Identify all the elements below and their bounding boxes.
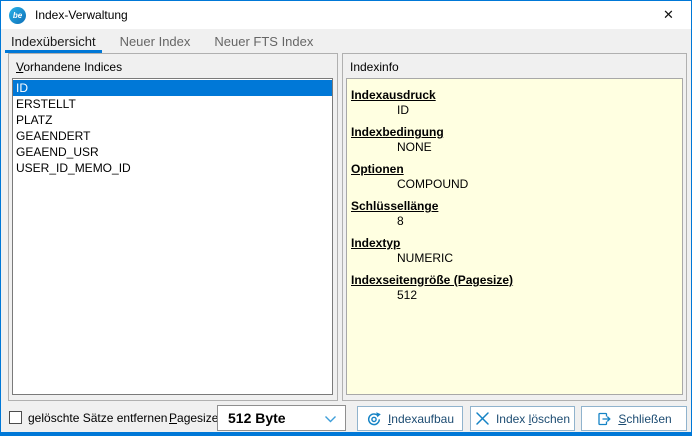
pagesize-combobox-value: 512 Byte [228,410,286,426]
pagesize-label: Pagesize [169,411,218,425]
list-item[interactable]: USER_ID_MEMO_ID [13,160,332,176]
indexinfo-label: Indexinfo [350,60,399,74]
indexinfo-panel: Indexausdruck ID Indexbedingung NONE Opt… [346,78,683,395]
index-verwaltung-dialog: be Index-Verwaltung ✕ Indexübersicht Neu… [0,0,692,436]
info-field: Schlüssellänge 8 [351,199,678,229]
list-item[interactable]: GEAENDERT [13,128,332,144]
indexaufbau-button[interactable]: Indexaufbau [357,406,463,431]
schliessen-button[interactable]: Schließen [581,406,687,431]
info-field-label: Indextyp [351,236,678,251]
close-button[interactable]: ✕ [646,1,691,29]
tab-neuer-index[interactable]: Neuer Index [114,29,197,53]
close-icon: ✕ [663,7,674,23]
info-field-label: Indexbedingung [351,125,678,140]
info-field: Indextyp NUMERIC [351,236,678,266]
window-title: Index-Verwaltung [35,8,128,22]
indexaufbau-button-label: Indexaufbau [388,412,454,426]
exit-arrow-icon [596,411,612,427]
list-item[interactable]: GEAEND_USR [13,144,332,160]
list-item[interactable]: ERSTELLT [13,96,332,112]
list-item[interactable]: PLATZ [13,112,332,128]
geloeschte-saetze-checkbox-label[interactable]: gelöschte Sätze entfernen [28,411,167,425]
list-item[interactable]: ID [13,80,332,96]
tab-neuer-fts-index[interactable]: Neuer FTS Index [208,29,319,53]
info-field-value: NUMERIC [351,251,678,266]
index-loeschen-button[interactable]: Index löschen [470,406,575,431]
index-loeschen-button-label: Index löschen [496,412,570,426]
rebuild-circular-arrow-icon [366,411,382,427]
geloeschte-saetze-checkbox[interactable] [9,411,22,424]
info-field: Indexseitengröße (Pagesize) 512 [351,273,678,303]
info-field-value: COMPOUND [351,177,678,192]
info-field-label: Schlüssellänge [351,199,678,214]
vorhandene-indices-groupbox: Vorhandene Indices ID ERSTELLT PLATZ GEA… [8,53,338,401]
vorhandene-indices-label: Vorhandene Indices [16,60,122,74]
tab-indexuebersicht[interactable]: Indexübersicht [5,29,102,53]
info-field-value: 512 [351,288,678,303]
info-field: Indexausdruck ID [351,88,678,118]
info-field-label: Indexseitengröße (Pagesize) [351,273,678,288]
info-field-label: Indexausdruck [351,88,678,103]
info-field: Indexbedingung NONE [351,125,678,155]
info-field-value: 8 [351,214,678,229]
info-field-value: NONE [351,140,678,155]
index-listbox[interactable]: ID ERSTELLT PLATZ GEAENDERT GEAEND_USR U… [12,78,333,395]
info-field-label: Optionen [351,162,678,177]
info-field-value: ID [351,103,678,118]
info-field: Optionen COMPOUND [351,162,678,192]
tab-bar: Indexübersicht Neuer Index Neuer FTS Ind… [1,29,691,53]
indexinfo-groupbox: Indexinfo Indexausdruck ID Indexbedingun… [342,53,687,401]
x-cross-icon [475,411,490,426]
schliessen-button-label: Schließen [618,412,671,426]
titlebar: be Index-Verwaltung ✕ [1,1,691,29]
pagesize-combobox[interactable]: 512 Byte [217,405,346,431]
app-logo-icon: be [9,7,26,24]
chevron-down-icon[interactable] [324,415,337,424]
